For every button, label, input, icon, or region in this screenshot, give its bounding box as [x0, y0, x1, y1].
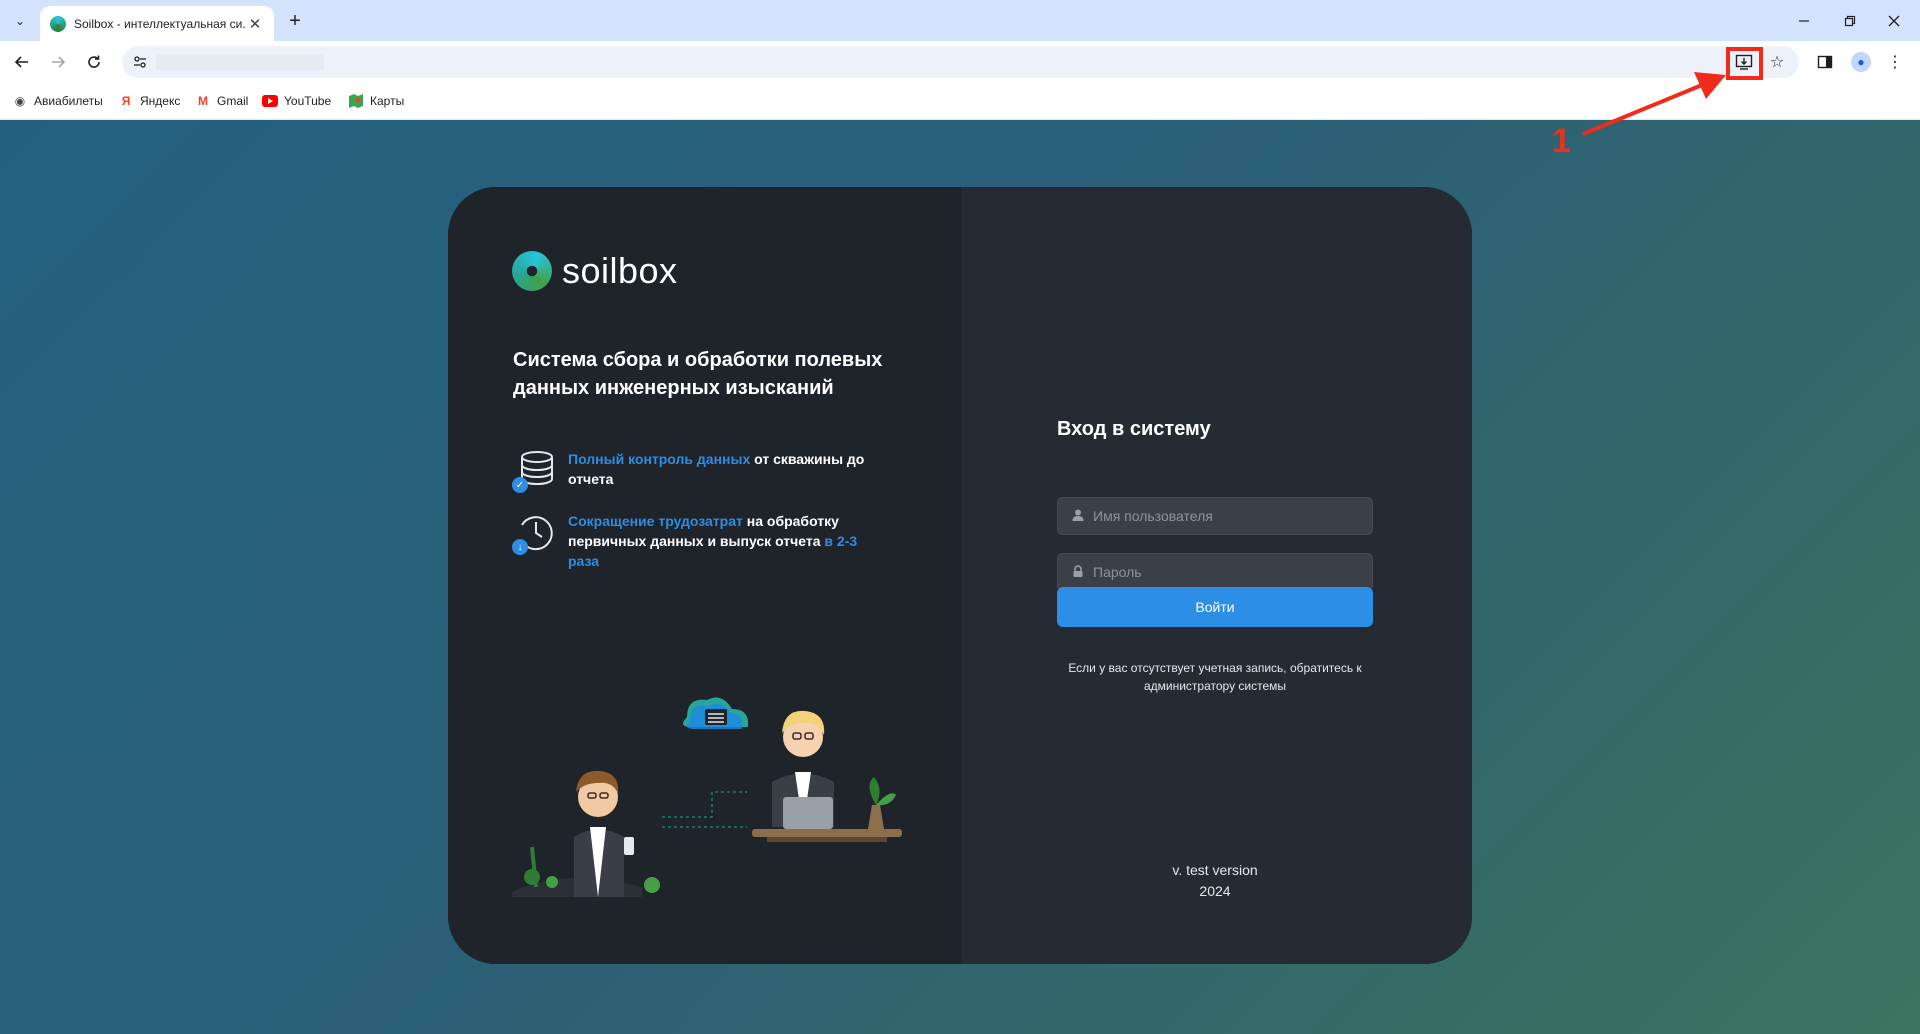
annotation-highlight-box [1726, 47, 1763, 80]
feature-accent: Полный контроль данных [568, 451, 751, 467]
close-icon [1888, 15, 1900, 27]
login-button[interactable]: Войти [1057, 587, 1373, 627]
back-button[interactable] [8, 48, 36, 76]
bookmark-aviabilety[interactable]: ◉ Авиабилеты [12, 91, 103, 111]
promo-panel: soilbox Система сбора и обработки полевы… [448, 187, 961, 964]
browser-tabstrip: ⌄ Soilbox - интеллектуальная си... ✕ + [0, 0, 1920, 41]
new-tab-button[interactable]: + [282, 8, 308, 34]
forward-button[interactable] [44, 48, 72, 76]
browser-toolbar: ☆ ● ⋮ [0, 41, 1920, 81]
reload-icon [88, 55, 100, 68]
yandex-icon: Я [121, 94, 131, 108]
no-account-hint: Если у вас отсутствует учетная запись, о… [1068, 661, 1362, 693]
password-input[interactable] [1093, 564, 1353, 580]
clock-download-icon: ↓ [512, 511, 556, 555]
tab-title: Soilbox - интеллектуальная си... [74, 16, 246, 31]
bookmark-label: Карты [370, 94, 405, 108]
soilbox-favicon-icon [50, 15, 66, 32]
brand-name: soilbox [562, 250, 678, 291]
bookmark-label: YouTube [284, 94, 332, 108]
username-input[interactable] [1093, 508, 1353, 524]
check-badge-icon: ✓ [512, 477, 528, 493]
engineers-cloud-illustration [512, 697, 902, 897]
feature-labor-reduction: ↓ Сокращение трудозатрат на обработку пе… [512, 511, 868, 571]
user-icon [1071, 509, 1085, 524]
address-bar[interactable] [122, 46, 1799, 78]
version-year: 2024 [1199, 883, 1231, 899]
login-card: soilbox Система сбора и обработки полевы… [448, 187, 1472, 964]
browser-tab-active[interactable]: Soilbox - интеллектуальная си... ✕ [40, 6, 274, 41]
arrow-right-icon [52, 56, 66, 68]
bookmarks-bar: ◉ Авиабилеты Я Яндекс M Gmail YouTube Ка… [0, 81, 1920, 120]
avatar-icon: ● [1851, 52, 1871, 72]
database-check-icon: ✓ [512, 449, 556, 493]
side-panel-icon [1817, 55, 1833, 69]
chevron-down-icon: ⌄ [14, 14, 26, 28]
soilbox-logo: soilbox [512, 250, 678, 292]
arrow-left-icon [14, 56, 28, 68]
bookmark-label: Авиабилеты [34, 94, 103, 108]
version-info: v. test version 2024 [1057, 860, 1373, 902]
reload-button[interactable] [80, 48, 108, 76]
minimize-icon [1799, 20, 1809, 22]
maps-icon [348, 93, 364, 109]
bookmark-gmail[interactable]: M Gmail [195, 91, 248, 111]
feature-text: Полный контроль данных от скважины до от… [568, 449, 868, 493]
close-tab-icon[interactable]: ✕ [246, 15, 264, 33]
bookmark-label: Gmail [217, 94, 249, 108]
tab-search-button[interactable]: ⌄ [8, 9, 32, 33]
username-field[interactable] [1057, 497, 1373, 535]
bookmark-label: Яндекс [140, 94, 181, 108]
site-info-icon[interactable] [130, 52, 150, 72]
profile-button[interactable]: ● [1848, 49, 1874, 75]
star-icon: ☆ [1769, 54, 1785, 71]
feature-accent: Сокращение трудозатрат [568, 513, 743, 529]
bookmark-star-button[interactable]: ☆ [1764, 49, 1790, 75]
bookmark-youtube[interactable]: YouTube [262, 91, 331, 111]
lock-icon [1071, 564, 1085, 580]
password-field[interactable] [1057, 553, 1373, 591]
close-window-button[interactable] [1872, 6, 1916, 36]
side-panel-button[interactable] [1812, 49, 1838, 75]
url-text-redacted [156, 54, 324, 70]
annotation-step-number: 1 [1552, 122, 1571, 160]
globe-icon: ◉ [14, 94, 26, 108]
restore-icon [1844, 15, 1856, 27]
feature-text: Сокращение трудозатрат на обработку перв… [568, 511, 868, 571]
more-vertical-icon: ⋮ [1887, 54, 1903, 71]
bookmark-maps[interactable]: Карты [348, 91, 404, 111]
download-badge-icon: ↓ [512, 539, 528, 555]
feature-data-control: ✓ Полный контроль данных от скважины до … [512, 449, 868, 493]
minimize-window-button[interactable] [1782, 6, 1826, 36]
youtube-icon [262, 93, 278, 109]
tagline: Система сбора и обработки полевых данных… [513, 349, 883, 399]
browser-menu-button[interactable]: ⋮ [1882, 49, 1908, 75]
gmail-icon: M [198, 94, 208, 108]
login-title: Вход в систему [1057, 418, 1211, 440]
restore-window-button[interactable] [1828, 6, 1872, 36]
version-label: v. test version [1172, 862, 1258, 878]
page-background: soilbox Система сбора и обработки полевы… [0, 120, 1920, 1034]
soilbox-logo-icon [512, 251, 552, 291]
bookmark-yandex[interactable]: Я Яндекс [118, 91, 181, 111]
